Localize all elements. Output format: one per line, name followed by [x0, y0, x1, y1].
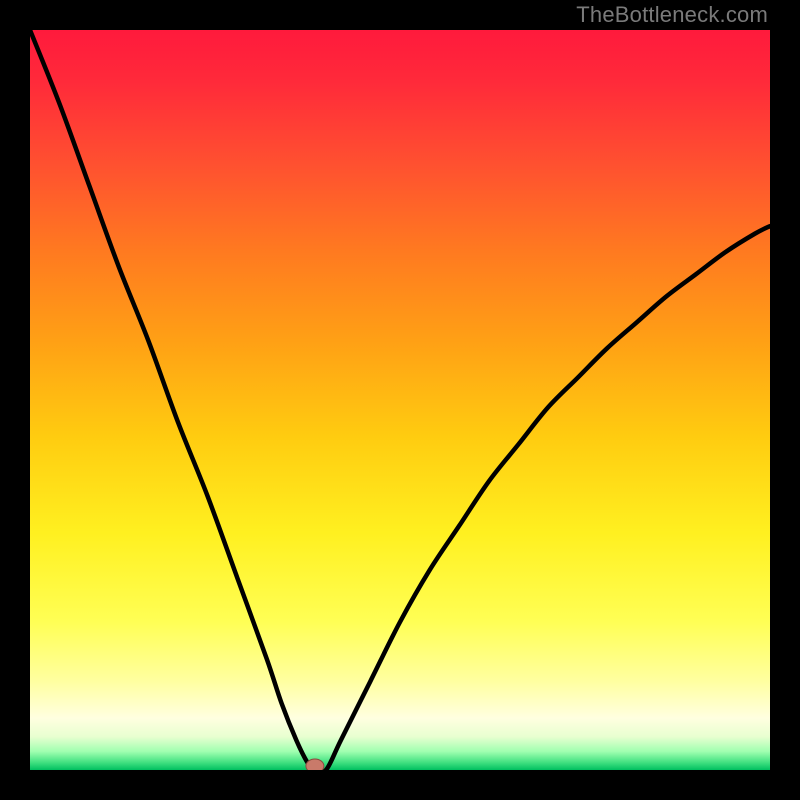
plot-area: [30, 30, 770, 770]
watermark-text: TheBottleneck.com: [576, 2, 768, 28]
bottleneck-curve: [30, 30, 770, 770]
